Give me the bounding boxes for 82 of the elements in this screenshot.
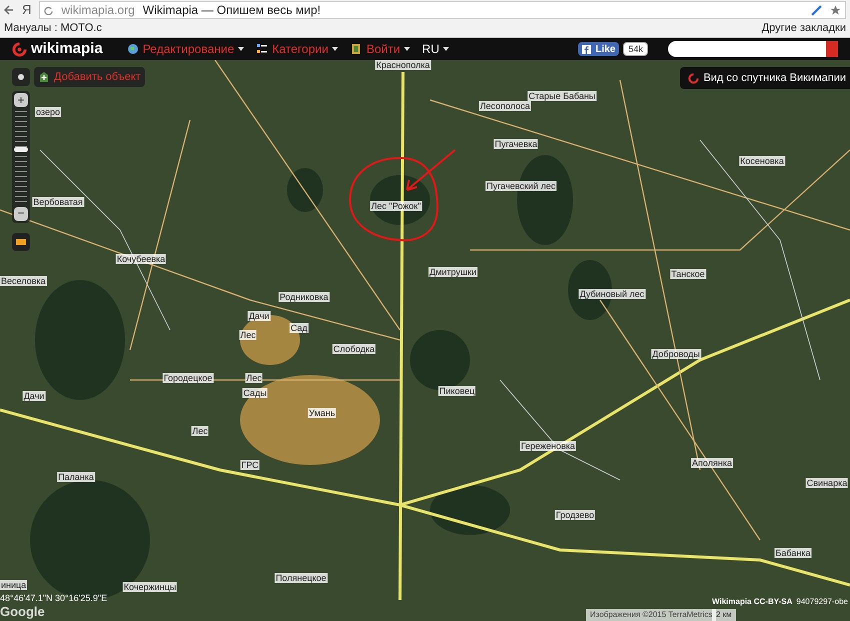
place-label[interactable]: Старые Бабаны (528, 91, 596, 101)
place-label[interactable]: Сад (290, 323, 308, 333)
place-label[interactable]: Паланка (57, 472, 95, 482)
like-button[interactable]: Like (578, 42, 620, 56)
place-label[interactable]: Вербоватая (32, 197, 84, 207)
place-label[interactable]: Веселовка (0, 276, 46, 286)
place-label[interactable]: Дмитрушки (428, 267, 478, 277)
place-label[interactable]: Лес "Рожок" (370, 201, 422, 211)
satellite-view-button[interactable]: Вид со спутника Викимапии (680, 67, 850, 89)
bookmark-link[interactable]: Мануалы : MOTO.c (4, 20, 102, 37)
door-icon (350, 43, 362, 55)
logo-text[interactable]: wikimapia (31, 38, 103, 60)
back-icon[interactable] (4, 5, 14, 15)
place-label[interactable]: Свинарка (806, 478, 848, 488)
ruler-icon (16, 239, 26, 245)
coordinates-text: 48°46'47.1"N 30°16'25.9"E (0, 592, 108, 604)
settings-button[interactable] (12, 68, 30, 86)
place-label[interactable]: Косеновка (739, 156, 785, 166)
place-label[interactable]: Дачи (22, 391, 46, 401)
menu-dropdown[interactable]: Редактирование (142, 40, 244, 58)
like-count: 54k (623, 42, 648, 56)
search-field[interactable] (668, 41, 838, 57)
menu-dropdown[interactable]: Категории (272, 40, 338, 58)
menu-dropdown[interactable]: Войти (366, 40, 410, 58)
place-label[interactable]: Гереженовка (520, 441, 576, 451)
place-label[interactable]: иница (0, 580, 28, 590)
place-label[interactable]: Лес (191, 426, 209, 436)
place-label[interactable]: Лесополоса (478, 101, 532, 111)
place-label[interactable]: Доброводы (651, 349, 701, 359)
place-label[interactable]: Бабанка (774, 548, 812, 558)
place-label[interactable]: Городецкое (162, 373, 214, 383)
place-label[interactable]: Дачи (248, 311, 270, 321)
brush-icon[interactable] (811, 4, 822, 16)
scale-text: 2 км (712, 609, 736, 621)
other-bookmarks[interactable]: Другие закладки (762, 20, 846, 37)
logo-icon (12, 42, 27, 56)
caret-icon (332, 47, 338, 51)
add-pin-icon (38, 71, 50, 83)
place-label[interactable]: Кочержинцы (122, 582, 178, 592)
menu-dropdown[interactable]: RU (422, 40, 450, 58)
place-label[interactable]: Кочубеевка (116, 254, 166, 264)
place-label[interactable]: Пугачевка (494, 139, 538, 149)
place-label[interactable]: озеро (35, 107, 61, 117)
zoom-thumb[interactable] (14, 147, 28, 152)
place-label[interactable]: Сады (242, 388, 268, 398)
star-icon[interactable] (830, 4, 841, 16)
caret-icon (238, 47, 244, 51)
google-logo: Google (0, 602, 45, 621)
place-label[interactable]: Полянецкое (274, 573, 328, 583)
address-bar[interactable]: wikimapia.org Wikimapia — Опишем весь мир! (39, 1, 846, 19)
url-text: wikimapia.org (61, 2, 135, 19)
caret-icon (443, 47, 450, 51)
reload-icon[interactable] (44, 6, 54, 14)
place-label[interactable]: Краснополка (375, 60, 431, 70)
browser-logo[interactable]: Я (22, 0, 32, 20)
place-label[interactable]: Слободка (332, 344, 376, 354)
ruler-button[interactable] (12, 233, 30, 251)
facebook-icon (582, 44, 592, 54)
zoom-slider[interactable]: + − (12, 91, 30, 223)
zoom-out-button[interactable]: − (14, 207, 28, 221)
zoom-in-button[interactable]: + (14, 93, 28, 107)
place-label[interactable]: Пугачевский лес (486, 181, 556, 191)
place-label[interactable]: Лес (245, 373, 263, 383)
place-label[interactable]: Дубиновый лес (578, 289, 646, 299)
satellite-map[interactable] (0, 60, 850, 621)
place-label[interactable]: Родниковка (278, 292, 330, 302)
place-label[interactable]: Пиковец (438, 386, 476, 396)
place-label[interactable]: ГРС (240, 460, 260, 470)
globe-icon (126, 43, 139, 55)
logo-icon (688, 72, 700, 84)
caret-icon (404, 47, 410, 51)
place-label[interactable]: Аполянка (691, 458, 733, 468)
settings-icon (17, 73, 25, 81)
place-label[interactable]: Танское (670, 269, 706, 279)
page-title: Wikimapia — Опишем весь мир! (142, 2, 322, 19)
license-text: Wikimapia CC-BY-SA (712, 596, 792, 608)
place-label[interactable]: Гродзево (554, 510, 596, 520)
list-icon (256, 43, 268, 55)
place-label[interactable]: Умань (308, 408, 336, 418)
forest-patch (287, 168, 323, 212)
place-label[interactable]: Лес (239, 330, 257, 340)
object-id: 94079297-obe (796, 596, 848, 608)
